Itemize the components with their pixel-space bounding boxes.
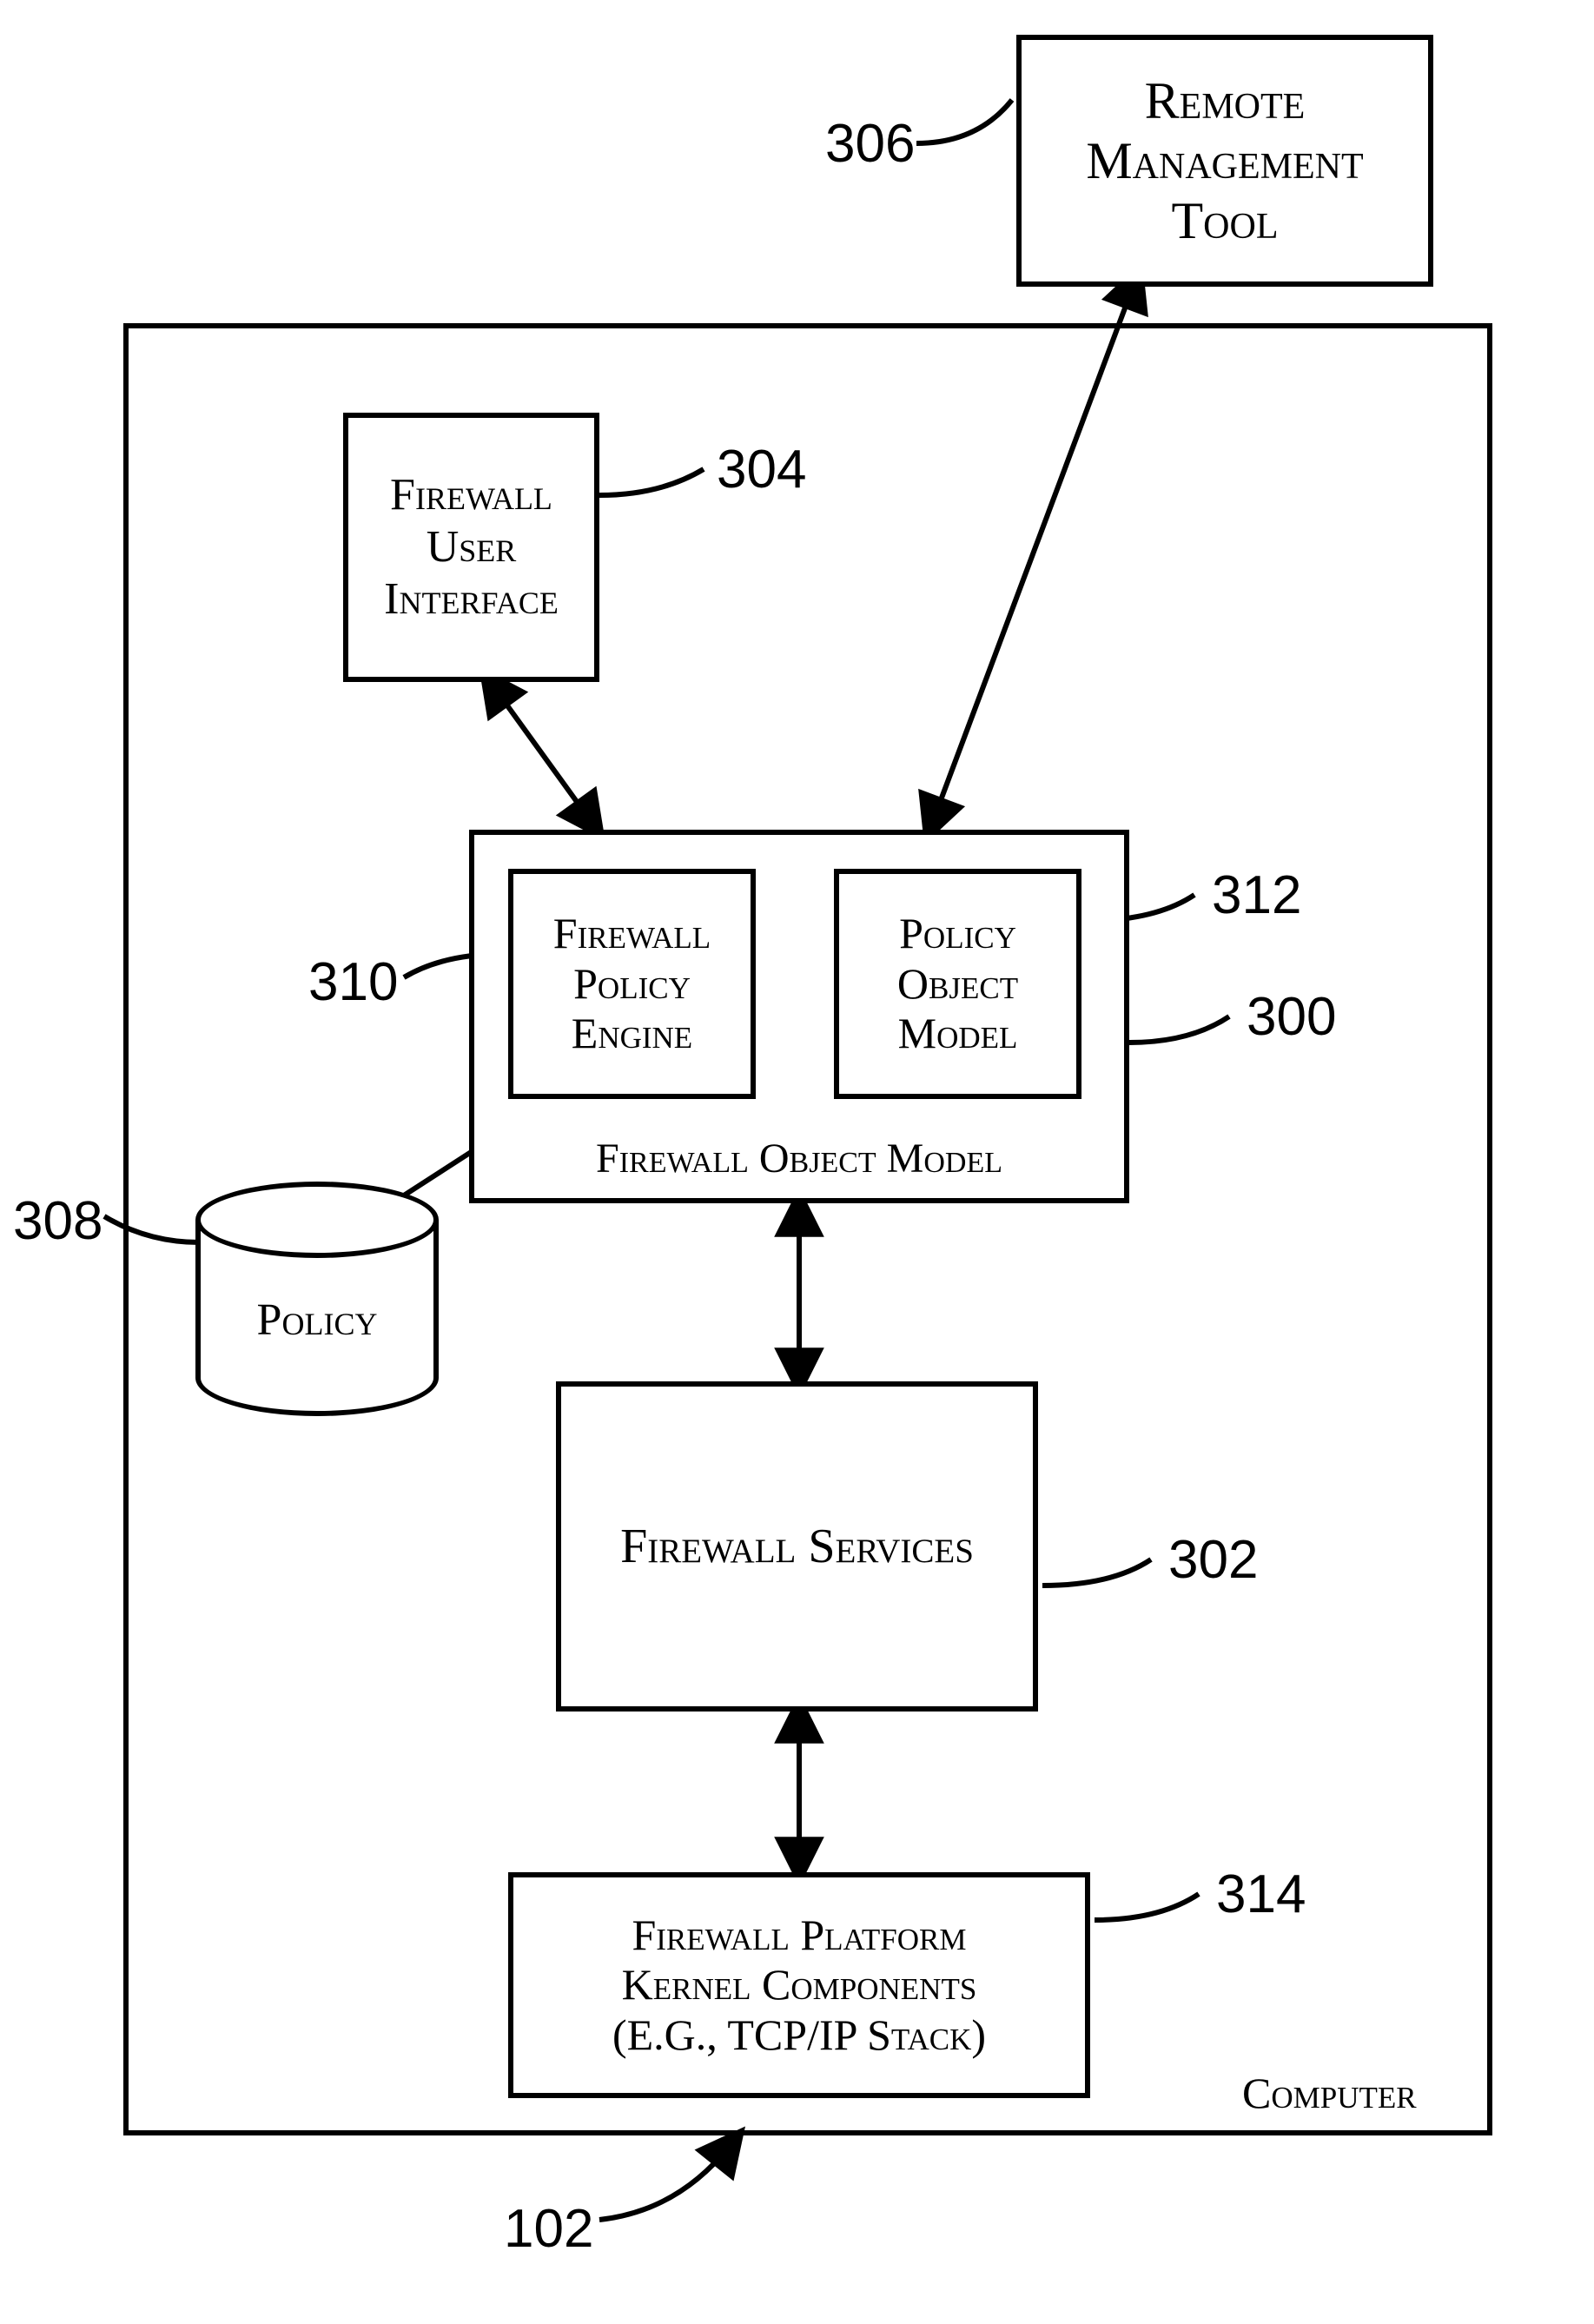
firewall-user-interface-label: Firewall User Interface <box>384 469 559 625</box>
policy-object-model-label: Policy Object Model <box>897 909 1018 1059</box>
label-300: 300 <box>1247 986 1336 1048</box>
label-302: 302 <box>1168 1529 1258 1591</box>
label-312: 312 <box>1212 864 1301 926</box>
firewall-platform-box: Firewall Platform Kernel Components (e.g… <box>508 1872 1090 2098</box>
label-306: 306 <box>825 113 915 175</box>
firewall-object-model-caption: Firewall Object Model <box>596 1135 1002 1182</box>
firewall-services-box: Firewall Services <box>556 1381 1038 1712</box>
policy-db-label: Policy <box>195 1294 439 1346</box>
label-314: 314 <box>1216 1864 1306 1925</box>
label-308: 308 <box>13 1190 103 1252</box>
remote-management-tool-box: Remote Management Tool <box>1016 35 1433 287</box>
policy-db-cylinder: Policy <box>195 1182 439 1416</box>
label-102: 102 <box>504 2198 593 2260</box>
firewall-services-label: Firewall Services <box>620 1519 974 1574</box>
remote-management-tool-label: Remote Management Tool <box>1086 71 1363 251</box>
firewall-policy-engine-label: Firewall Policy Engine <box>553 909 711 1059</box>
firewall-platform-label: Firewall Platform Kernel Components (e.g… <box>612 1910 986 2061</box>
policy-object-model-box: Policy Object Model <box>834 869 1081 1099</box>
computer-label: Computer <box>1242 2068 1417 2118</box>
label-310: 310 <box>308 951 398 1013</box>
label-304: 304 <box>717 439 806 500</box>
firewall-user-interface-box: Firewall User Interface <box>343 413 599 682</box>
firewall-policy-engine-box: Firewall Policy Engine <box>508 869 756 1099</box>
